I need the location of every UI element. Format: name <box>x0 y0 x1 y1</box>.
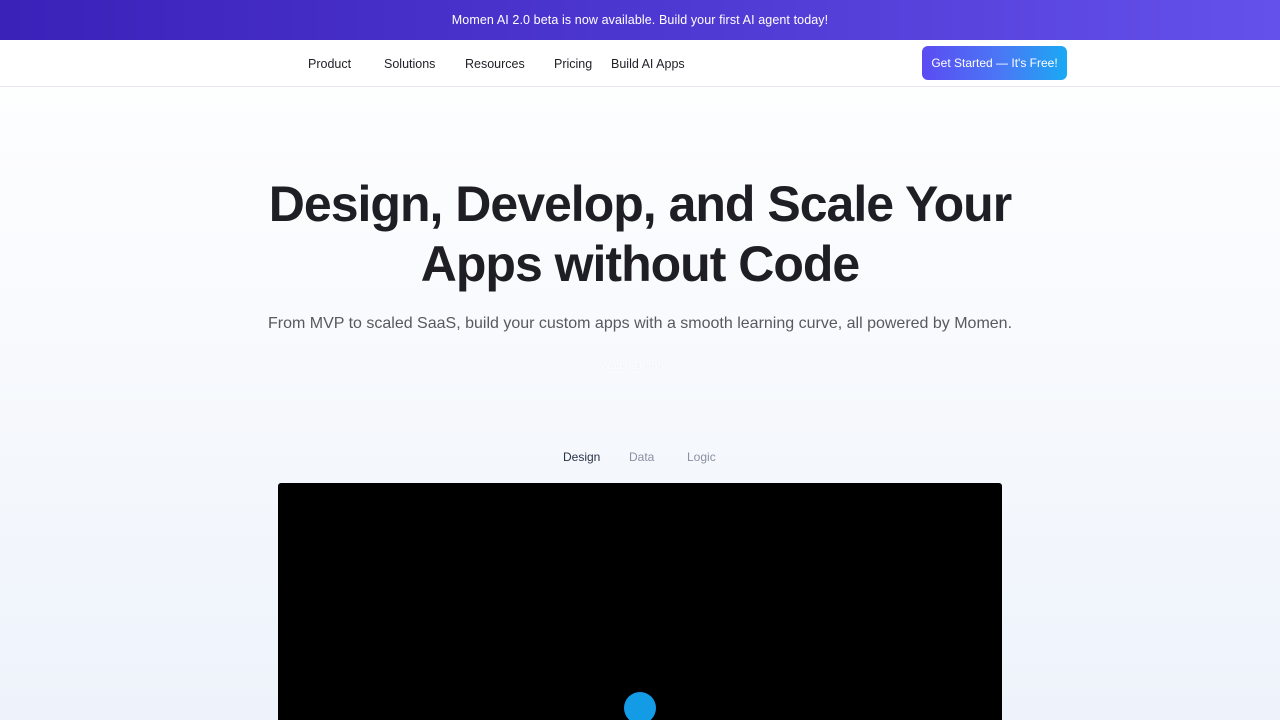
tab-logic[interactable]: Logic <box>687 450 716 464</box>
hero-title-line-2: Apps without Code <box>420 236 861 292</box>
nav-item-pricing[interactable]: Pricing <box>554 40 592 87</box>
nav-item-solutions[interactable]: Solutions <box>384 40 435 87</box>
hero-title-line-1: Design, Develop, and Scale Your <box>268 176 1012 232</box>
get-started-button[interactable]: Get Started — It's Free! <box>922 46 1067 80</box>
demo-video-player[interactable] <box>278 483 1002 720</box>
tab-design[interactable]: Design <box>563 450 600 464</box>
top-navbar: Product Solutions Resources Pricing Buil… <box>0 40 1280 87</box>
watch-demo-button[interactable]: Watch Demo <box>590 360 674 380</box>
hero-title: Design, Develop, and Scale Your Apps wit… <box>0 174 1280 294</box>
feature-tabs: Design Data Logic <box>0 450 1280 470</box>
nav-item-product[interactable]: Product <box>308 40 351 87</box>
loading-spinner-icon <box>624 692 656 720</box>
hero-subtitle: From MVP to scaled SaaS, build your cust… <box>267 315 1013 332</box>
nav-item-resources[interactable]: Resources <box>465 40 525 87</box>
nav-item-build-ai-apps[interactable]: Build AI Apps <box>611 40 685 87</box>
announcement-text[interactable]: Momen AI 2.0 beta is now available. Buil… <box>452 13 828 27</box>
announcement-bar[interactable]: Momen AI 2.0 beta is now available. Buil… <box>0 0 1280 40</box>
tab-data[interactable]: Data <box>629 450 654 464</box>
